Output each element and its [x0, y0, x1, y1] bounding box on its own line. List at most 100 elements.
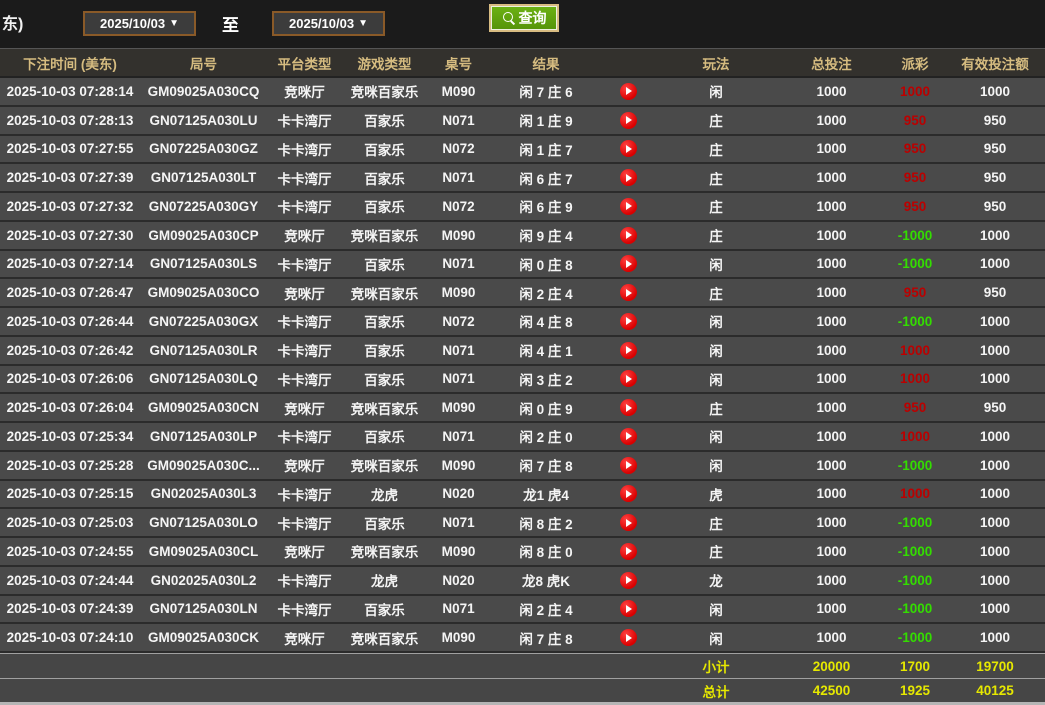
- cell-bet-time: 2025-10-03 07:27:39: [6, 170, 134, 186]
- cell-round-id: GN02025A030L3: [150, 486, 257, 502]
- table-row: 2025-10-03 07:26:47 GM09025A030CO 竞咪厅 竞咪百家乐…: [0, 279, 1045, 308]
- play-video-icon[interactable]: [619, 111, 637, 129]
- play-video-icon[interactable]: [619, 140, 637, 158]
- cell-video: [602, 197, 654, 215]
- cell-result: 闲 1 庄 9: [519, 114, 573, 130]
- cell-total-bet: 1000: [816, 313, 847, 329]
- cell-valid-bet: 1000: [979, 83, 1011, 99]
- cell-table-no: M090: [441, 400, 476, 416]
- cell-table-no: N071: [442, 428, 475, 444]
- cell-round-id: GM09025A030CP: [148, 227, 259, 243]
- table-header-row: 下注时间 (美东) 局号 平台类型 游戏类型 桌号 结果 玩法 总投注 派彩 有…: [0, 48, 1045, 78]
- play-video-icon[interactable]: [619, 169, 637, 187]
- cell-round-id: GN07125A030LP: [149, 428, 258, 444]
- play-video-icon[interactable]: [619, 341, 637, 359]
- cell-platform: 竞咪厅: [284, 286, 325, 302]
- cell-total-bet: 1000: [816, 170, 847, 186]
- cell-valid-bet: 950: [983, 400, 1007, 416]
- query-button[interactable]: 查询: [489, 4, 559, 32]
- play-video-icon[interactable]: [619, 370, 637, 388]
- table-body: 2025-10-03 07:28:14 GM09025A030CQ 竞咪厅 竞咪百家乐…: [0, 78, 1045, 653]
- play-video-icon[interactable]: [619, 284, 637, 302]
- cell-platform: 卡卡湾厅: [277, 344, 332, 360]
- cell-game-type: 竞咪百家乐: [350, 286, 419, 302]
- cell-platform: 卡卡湾厅: [277, 257, 332, 273]
- play-video-icon[interactable]: [619, 542, 637, 560]
- cell-video: [602, 284, 654, 302]
- cell-payout: -1000: [897, 572, 933, 588]
- cell-game-type: 百家乐: [364, 430, 405, 446]
- play-video-icon[interactable]: [619, 82, 637, 100]
- cell-bet-type: 庄: [709, 171, 723, 187]
- cell-bet-type: 闲: [709, 631, 723, 647]
- play-video-icon[interactable]: [619, 312, 637, 330]
- cell-bet-time: 2025-10-03 07:27:30: [6, 227, 134, 243]
- header-game-type: 游戏类型: [357, 56, 412, 72]
- cell-result: 闲 0 庄 8: [519, 257, 573, 273]
- cell-bet-type: 龙: [709, 574, 723, 590]
- cell-game-type: 百家乐: [364, 171, 405, 187]
- cell-platform: 卡卡湾厅: [277, 315, 332, 331]
- cell-table-no: N020: [442, 572, 475, 588]
- cell-total-bet: 1000: [816, 112, 847, 128]
- subtotal-row: 小计 20000 1700 19700: [0, 653, 1045, 678]
- cell-bet-time: 2025-10-03 07:28:14: [6, 83, 134, 99]
- cell-video: [602, 255, 654, 273]
- cell-bet-time: 2025-10-03 07:27:14: [6, 256, 134, 272]
- play-video-icon[interactable]: [619, 571, 637, 589]
- cell-platform: 卡卡湾厅: [277, 516, 332, 532]
- cell-valid-bet: 1000: [979, 371, 1011, 387]
- table-row: 2025-10-03 07:25:34 GN07125A030LP 卡卡湾厅 百家乐 N…: [0, 423, 1045, 452]
- cell-platform: 卡卡湾厅: [277, 142, 332, 158]
- date-to-select[interactable]: 2025/10/03 ▼: [272, 11, 385, 36]
- table-row: 2025-10-03 07:26:42 GN07125A030LR 卡卡湾厅 百家乐 N…: [0, 336, 1045, 366]
- cell-platform: 卡卡湾厅: [277, 114, 332, 130]
- cell-valid-bet: 1000: [979, 342, 1011, 358]
- cell-platform: 竞咪厅: [284, 401, 325, 417]
- cell-bet-type: 庄: [709, 200, 723, 216]
- play-video-icon[interactable]: [619, 226, 637, 244]
- play-video-icon[interactable]: [619, 427, 637, 445]
- cell-result: 闲 2 庄 4: [519, 286, 573, 302]
- header-payout: 派彩: [901, 56, 929, 72]
- cell-bet-type: 庄: [709, 229, 723, 245]
- cell-round-id: GN07125A030LS: [149, 256, 258, 272]
- play-video-icon[interactable]: [619, 600, 637, 618]
- table-row: 2025-10-03 07:25:03 GN07125A030LO 卡卡湾厅 百家乐 N…: [0, 509, 1045, 538]
- cell-result: 龙8 虎K: [521, 574, 570, 590]
- cell-result: 闲 7 庄 8: [519, 631, 573, 647]
- to-label: 至: [222, 16, 239, 35]
- cell-video: [602, 542, 654, 560]
- cell-payout: 1000: [899, 83, 931, 99]
- cell-round-id: GN07125A030LN: [149, 601, 258, 617]
- cell-platform: 卡卡湾厅: [277, 200, 332, 216]
- grand-total-row: 总计 42500 1925 40125: [0, 678, 1045, 702]
- cell-total-bet: 1000: [816, 572, 847, 588]
- cell-round-id: GN07125A030LR: [149, 342, 258, 358]
- cell-valid-bet: 950: [983, 285, 1007, 301]
- play-video-icon[interactable]: [619, 485, 637, 503]
- cell-total-bet: 1000: [816, 515, 847, 531]
- play-video-icon[interactable]: [619, 399, 637, 417]
- play-video-icon[interactable]: [619, 629, 637, 647]
- cell-result: 闲 0 庄 9: [519, 401, 573, 417]
- cell-video: [602, 169, 654, 187]
- date-from-select[interactable]: 2025/10/03 ▼: [83, 11, 196, 36]
- play-video-icon[interactable]: [619, 514, 637, 532]
- table-row: 2025-10-03 07:26:44 GN07225A030GX 卡卡湾厅 百家乐 N…: [0, 308, 1045, 337]
- cell-payout: 1000: [899, 371, 931, 387]
- cell-bet-type: 庄: [709, 142, 723, 158]
- cell-result: 闲 6 庄 9: [519, 200, 573, 216]
- cell-payout: 950: [903, 285, 927, 301]
- play-video-icon[interactable]: [619, 197, 637, 215]
- play-video-icon[interactable]: [619, 255, 637, 273]
- play-video-icon[interactable]: [619, 456, 637, 474]
- subtotal-payout: 1700: [899, 658, 931, 674]
- cell-table-no: N072: [442, 198, 475, 214]
- header-valid-bet: 有效投注额: [961, 56, 1029, 72]
- header-round-id: 局号: [190, 56, 217, 72]
- cell-payout: -1000: [897, 227, 933, 243]
- date-from-value: 2025/10/03: [100, 16, 166, 31]
- subtotal-valid: 19700: [976, 658, 1014, 674]
- cell-table-no: N020: [442, 486, 475, 502]
